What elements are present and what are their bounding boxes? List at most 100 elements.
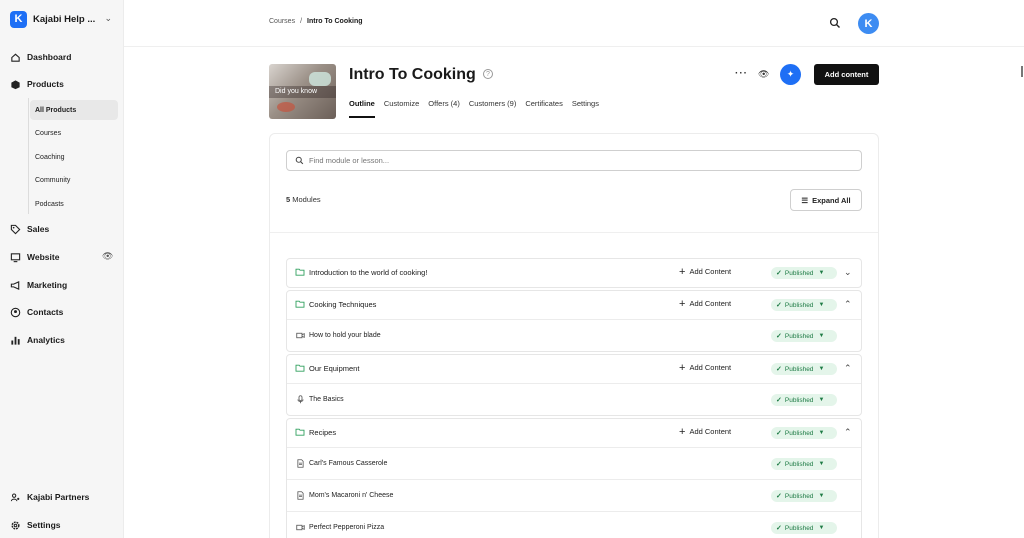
thumbnail-caption: Did you know: [275, 88, 318, 95]
search-icon: [295, 156, 304, 165]
module-header[interactable]: Introduction to the world of cooking! + A…: [287, 259, 861, 287]
module-search[interactable]: [286, 150, 862, 171]
module-header[interactable]: Cooking Techniques + Add Content ✓ Publish…: [287, 291, 861, 319]
chevron-down-icon: ▼: [818, 397, 825, 403]
plus-icon: +: [679, 265, 686, 278]
sidebar-item-analytics[interactable]: Analytics: [10, 332, 118, 348]
document-icon: [297, 491, 304, 500]
tab-certificates[interactable]: Certificates: [525, 99, 563, 118]
site-switcher[interactable]: K Kajabi Help ... ⌄: [10, 10, 114, 28]
sidebar-item-sales[interactable]: Sales: [10, 221, 118, 237]
plus-icon: +: [679, 361, 686, 374]
status-badge[interactable]: ✓ Published ▼: [771, 299, 837, 311]
lesson-title: Perfect Pepperoni Pizza: [309, 524, 385, 531]
course-thumbnail[interactable]: Did you know: [269, 64, 336, 119]
lesson-row[interactable]: Perfect Pepperoni Pizza ✓ Published ▼: [287, 511, 861, 538]
sidebar-item-label: Settings: [27, 520, 61, 530]
sidebar: K Kajabi Help ... ⌄ Dashboard Products A…: [0, 0, 124, 538]
status-badge[interactable]: ✓ Published ▼: [771, 427, 837, 439]
lesson-title: Carl's Famous Casserole: [309, 460, 388, 467]
search-icon[interactable]: [829, 17, 841, 29]
user-circle-icon: [10, 307, 21, 318]
lesson-row[interactable]: The Basics ✓ Published ▼: [287, 383, 861, 415]
ai-sparkle-button[interactable]: ✦: [780, 64, 801, 85]
module-header[interactable]: Recipes + Add Content ✓ Published ▼ ⌃: [287, 419, 861, 447]
status-badge[interactable]: ✓ Published ▼: [771, 458, 837, 470]
more-options-icon[interactable]: ···: [735, 68, 748, 79]
tab-outline[interactable]: Outline: [349, 99, 375, 118]
check-icon: ✓: [776, 397, 782, 404]
chevron-down-icon[interactable]: ⌄: [844, 267, 852, 278]
search-input[interactable]: [309, 156, 809, 165]
chevron-down-icon: ▼: [818, 525, 825, 531]
header-divider: [124, 46, 1024, 47]
sidebar-subitem-podcasts[interactable]: Podcasts: [30, 194, 118, 214]
chevron-up-icon[interactable]: ⌃: [844, 299, 852, 310]
lesson-row[interactable]: Mom's Macaroni n' Cheese ✓ Published ▼: [287, 479, 861, 511]
microphone-icon: [297, 395, 304, 404]
status-badge[interactable]: ✓ Published ▼: [771, 330, 837, 342]
avatar[interactable]: K: [858, 13, 879, 34]
preview-eye-icon[interactable]: 👁: [758, 69, 769, 80]
status-badge[interactable]: ✓ Published ▼: [771, 394, 837, 406]
status-badge[interactable]: ✓ Published ▼: [771, 490, 837, 502]
add-content-link[interactable]: + Add Content: [679, 426, 731, 437]
sidebar-item-label: Products: [27, 79, 64, 89]
add-content-link[interactable]: + Add Content: [679, 265, 731, 278]
sidebar-item-label: Marketing: [27, 280, 68, 290]
module-card: Recipes + Add Content ✓ Published ▼ ⌃ Carl'…: [286, 418, 862, 538]
lesson-row[interactable]: How to hold your blade ✓ Published ▼: [287, 319, 861, 351]
sidebar-subitem-community[interactable]: Community: [30, 170, 118, 190]
check-icon: ✓: [776, 333, 782, 340]
home-icon: [10, 52, 21, 63]
eye-icon[interactable]: 👁: [102, 251, 113, 262]
add-content-link[interactable]: + Add Content: [679, 298, 731, 309]
module-title: Introduction to the world of cooking!: [309, 268, 428, 277]
status-badge[interactable]: ✓ Published ▼: [771, 522, 837, 534]
sidebar-item-settings[interactable]: Settings: [10, 517, 118, 533]
sidebar-subitem-all-products[interactable]: All Products: [30, 100, 118, 120]
partners-icon: [10, 492, 21, 503]
tag-icon: [10, 224, 21, 235]
gear-icon: [10, 520, 21, 531]
chevron-down-icon: ▼: [818, 461, 825, 467]
video-icon: [296, 524, 305, 531]
sidebar-subitem-courses[interactable]: Courses: [30, 123, 118, 143]
sidebar-item-dashboard[interactable]: Dashboard: [10, 49, 118, 65]
chevron-down-icon: ▼: [818, 270, 825, 276]
module-title: Cooking Techniques: [309, 300, 377, 309]
tab-customers[interactable]: Customers (9): [469, 99, 517, 118]
tab-offers[interactable]: Offers (4): [428, 99, 460, 118]
add-content-link[interactable]: + Add Content: [679, 361, 731, 374]
sidebar-subitem-coaching[interactable]: Coaching: [30, 147, 118, 167]
video-icon: [296, 332, 305, 339]
add-content-button[interactable]: Add content: [814, 64, 879, 85]
check-icon: ✓: [776, 270, 782, 277]
breadcrumb-courses-link[interactable]: Courses: [269, 18, 295, 25]
chevron-down-icon: ▼: [818, 366, 825, 372]
lesson-row[interactable]: Carl's Famous Casserole ✓ Published ▼: [287, 447, 861, 479]
module-header[interactable]: Our Equipment + Add Content ✓ Published ▼ ⌃: [287, 355, 861, 383]
folder-icon: [295, 364, 305, 372]
chevron-down-icon: ▼: [818, 430, 825, 436]
chevron-down-icon: ⌄: [104, 13, 112, 23]
status-badge[interactable]: ✓ Published ▼: [771, 363, 837, 375]
lesson-title: Mom's Macaroni n' Cheese: [309, 492, 394, 499]
document-icon: [297, 459, 304, 468]
tab-settings[interactable]: Settings: [572, 99, 599, 118]
expand-all-button[interactable]: ☰ Expand All: [790, 189, 862, 211]
chevron-up-icon[interactable]: ⌃: [844, 427, 852, 438]
chevron-down-icon: ▼: [818, 333, 825, 339]
sidebar-item-kajabi-partners[interactable]: Kajabi Partners: [10, 489, 118, 505]
folder-icon: [295, 300, 305, 308]
tab-customize[interactable]: Customize: [384, 99, 419, 118]
sidebar-item-contacts[interactable]: Contacts: [10, 304, 118, 320]
sidebar-item-products[interactable]: Products: [10, 76, 118, 92]
sidebar-item-marketing[interactable]: Marketing: [10, 277, 118, 293]
page-title: Intro To Cooking: [349, 66, 476, 83]
check-icon: ✓: [776, 366, 782, 373]
check-icon: ✓: [776, 493, 782, 500]
status-badge[interactable]: ✓ Published ▼: [771, 267, 837, 279]
chevron-up-icon[interactable]: ⌃: [844, 363, 852, 374]
help-circle-icon[interactable]: ?: [483, 69, 493, 79]
